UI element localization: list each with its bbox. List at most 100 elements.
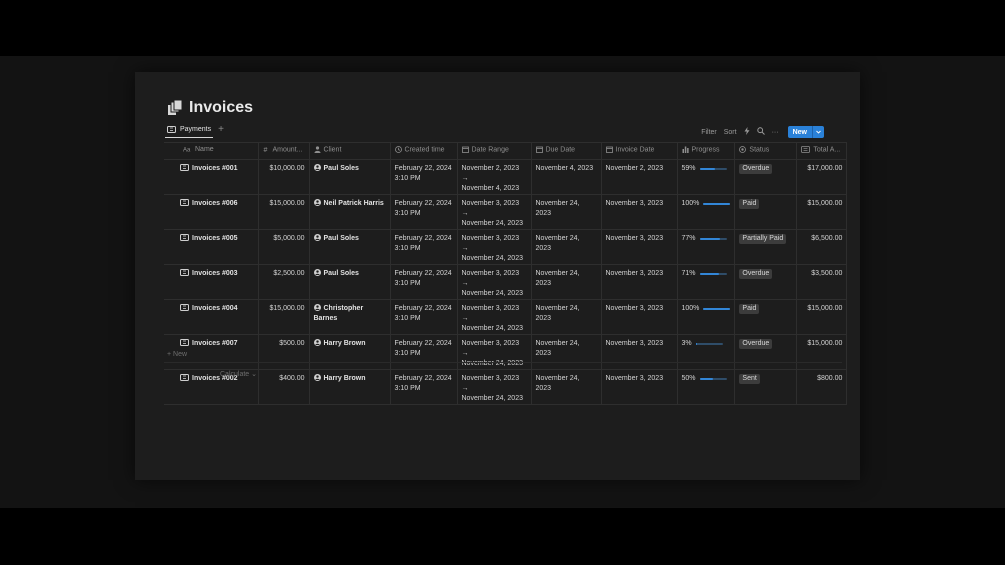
table-row[interactable]: Invoices #005 $5,000.00 Paul Soles Febru… [164, 229, 848, 265]
created-time-cell[interactable]: February 22, 2024 3:10 PM [389, 264, 458, 300]
client-cell[interactable]: Christopher Barnes [308, 299, 391, 335]
table-row[interactable]: Invoices #006 $15,000.00 Neil Patrick Ha… [164, 194, 848, 230]
invoice-name-cell[interactable]: Invoices #001 [164, 159, 259, 195]
tab-payments[interactable]: Payments [165, 126, 214, 138]
created-time-cell[interactable]: February 22, 2024 3:10 PM [389, 299, 458, 335]
calculate-dropdown[interactable]: Calculate ⌄ [220, 370, 257, 378]
invoice-date-cell[interactable]: November 3, 2023 [600, 369, 678, 405]
client-cell[interactable]: Neil Patrick Harris [308, 194, 391, 230]
client-cell[interactable]: Paul Soles [308, 229, 391, 265]
amount-cell[interactable]: $2,500.00 [257, 264, 310, 300]
total-amount-cell[interactable]: $6,500.00 [796, 229, 848, 265]
created-time-cell[interactable]: February 22, 2024 3:10 PM [389, 194, 458, 230]
due-date-cell[interactable]: November 24, 2023 [530, 299, 602, 335]
invoice-date-cell[interactable]: November 3, 2023 [600, 264, 678, 300]
chevron-down-icon[interactable] [812, 126, 824, 138]
table-row[interactable]: Invoices #003 $2,500.00 Paul Soles Febru… [164, 264, 848, 300]
invoice-date-cell[interactable]: November 3, 2023 [600, 229, 678, 265]
client-cell[interactable]: Paul Soles [308, 264, 391, 300]
progress-cell[interactable]: 71% [676, 264, 736, 300]
client-cell[interactable]: Harry Brown [308, 334, 391, 370]
table-row[interactable]: Invoices #007 $500.00 Harry Brown Februa… [164, 334, 848, 370]
date-range-cell[interactable]: November 3, 2023 → November 24, 2023 [456, 369, 532, 405]
progress-cell[interactable]: 100% [676, 194, 736, 230]
more-options-button[interactable]: ··· [772, 129, 779, 136]
progress-cell[interactable]: 50% [676, 369, 736, 405]
date-range-cell[interactable]: November 3, 2023 → November 24, 2023 [456, 229, 532, 265]
total-amount-cell[interactable]: $800.00 [796, 369, 848, 405]
due-date-cell[interactable]: November 24, 2023 [530, 334, 602, 370]
status-cell[interactable]: Overdue [734, 159, 798, 195]
add-view-button[interactable]: + [218, 125, 224, 138]
amount-cell[interactable]: $10,000.00 [257, 159, 310, 195]
column-header-name[interactable]: Aa Name [164, 142, 259, 160]
total-amount-cell[interactable]: $3,500.00 [796, 264, 848, 300]
created-time-cell[interactable]: February 22, 2024 3:10 PM [389, 369, 458, 405]
new-record-button[interactable]: New [787, 126, 824, 138]
progress-cell[interactable]: 77% [676, 229, 736, 265]
status-cell[interactable]: Paid [734, 194, 798, 230]
column-header-date-range[interactable]: Date Range [456, 142, 532, 160]
status-cell[interactable]: Paid [734, 299, 798, 335]
invoice-date-cell[interactable]: November 3, 2023 [600, 334, 678, 370]
column-header-progress[interactable]: Progress [676, 142, 736, 160]
total-amount-cell[interactable]: $15,000.00 [796, 334, 848, 370]
invoice-name-cell[interactable]: Invoices #003 [164, 264, 259, 300]
invoice-date-cell[interactable]: November 2, 2023 [600, 159, 678, 195]
column-header-created[interactable]: Created time [389, 142, 458, 160]
amount-cell[interactable]: $15,000.00 [257, 194, 310, 230]
total-amount-cell[interactable]: $15,000.00 [796, 194, 848, 230]
total-amount-cell[interactable]: $17,000.00 [796, 159, 848, 195]
date-range-cell[interactable]: November 3, 2023 → November 24, 2023 [456, 299, 532, 335]
status-cell[interactable]: Partially Paid [734, 229, 798, 265]
created-time-cell[interactable]: February 22, 2024 3:10 PM [389, 159, 458, 195]
search-icon[interactable] [756, 127, 765, 137]
invoice-name-cell[interactable]: Invoices #006 [164, 194, 259, 230]
sort-button[interactable]: Sort [724, 129, 737, 136]
invoice-name-cell[interactable]: Invoices #004 [164, 299, 259, 335]
column-header-total[interactable]: Total A... [796, 142, 848, 160]
automation-icon[interactable] [744, 127, 750, 137]
amount-cell[interactable]: $15,000.00 [257, 299, 310, 335]
amount-cell[interactable]: $5,000.00 [257, 229, 310, 265]
date-range-cell[interactable]: November 2, 2023 → November 4, 2023 [456, 159, 532, 195]
client-cell[interactable]: Harry Brown [308, 369, 391, 405]
invoice-name-cell[interactable]: Invoices #005 [164, 229, 259, 265]
progress-bar [703, 308, 731, 310]
date-range-cell[interactable]: November 3, 2023 → November 24, 2023 [456, 334, 532, 370]
status-cell[interactable]: Overdue [734, 334, 798, 370]
due-date-cell[interactable]: November 4, 2023 [530, 159, 602, 195]
column-header-client[interactable]: Client [308, 142, 391, 160]
created-time-cell[interactable]: February 22, 2024 3:10 PM [389, 334, 458, 370]
svg-text:Aa: Aa [183, 148, 191, 153]
invoice-date-cell[interactable]: November 3, 2023 [600, 194, 678, 230]
amount-cell[interactable]: $500.00 [257, 334, 310, 370]
status-cell[interactable]: Overdue [734, 264, 798, 300]
due-date-cell[interactable]: November 24, 2023 [530, 229, 602, 265]
column-header-amount[interactable]: # Amount... [257, 142, 310, 160]
table-row[interactable]: Invoices #004 $15,000.00 Christopher Barn… [164, 299, 848, 335]
table-row[interactable]: Invoices #001 $10,000.00 Paul Soles Febr… [164, 159, 848, 195]
amount-cell[interactable]: $400.00 [257, 369, 310, 405]
column-header-status[interactable]: Status [734, 142, 798, 160]
date-range-cell[interactable]: November 3, 2023 → November 24, 2023 [456, 194, 532, 230]
due-date-cell[interactable]: November 24, 2023 [530, 264, 602, 300]
due-date-cell[interactable]: November 24, 2023 [530, 369, 602, 405]
column-header-due-date[interactable]: Due Date [530, 142, 602, 160]
due-date-cell[interactable]: November 24, 2023 [530, 194, 602, 230]
date-range-cell[interactable]: November 3, 2023 → November 24, 2023 [456, 264, 532, 300]
progress-cell[interactable]: 3% [676, 334, 736, 370]
created-time-cell[interactable]: February 22, 2024 3:10 PM [389, 229, 458, 265]
client-cell[interactable]: Paul Soles [308, 159, 391, 195]
progress-cell[interactable]: 100% [676, 299, 736, 335]
progress-fill [703, 203, 731, 205]
add-row-button[interactable]: + New [167, 351, 187, 358]
status-cell[interactable]: Sent [734, 369, 798, 405]
table-row[interactable]: Invoices #002 $400.00 Harry Brown Februa… [164, 369, 848, 405]
invoice-date-cell[interactable]: November 3, 2023 [600, 299, 678, 335]
progress-cell[interactable]: 59% [676, 159, 736, 195]
filter-button[interactable]: Filter [701, 129, 717, 136]
database-toolbar: Filter Sort ··· New [694, 126, 824, 138]
column-header-invoice-date[interactable]: Invoice Date [600, 142, 678, 160]
total-amount-cell[interactable]: $15,000.00 [796, 299, 848, 335]
